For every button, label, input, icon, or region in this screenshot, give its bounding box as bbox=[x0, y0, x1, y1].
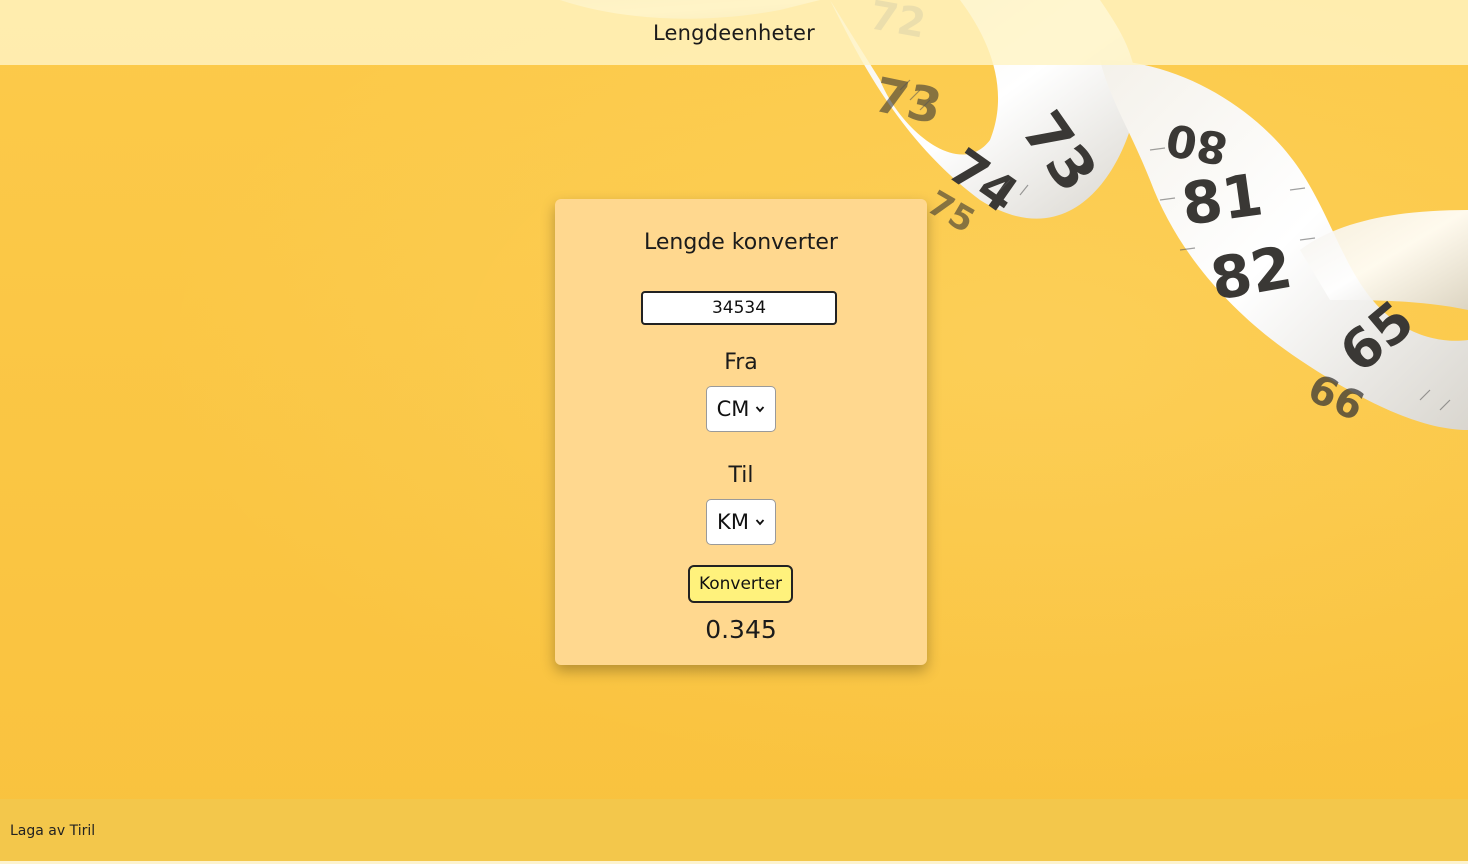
footer-credit: Laga av Tiril bbox=[10, 823, 96, 839]
to-label: Til bbox=[728, 463, 754, 488]
tape-number: 81 bbox=[1177, 160, 1266, 239]
tape-number: 73 bbox=[870, 67, 947, 136]
converter-card: Lengde konverter Fra CM Til KM Konverter… bbox=[555, 199, 927, 665]
tape-number: 82 bbox=[1206, 233, 1297, 314]
to-unit-select[interactable]: KM bbox=[706, 499, 776, 545]
page-header: Lengdeenheter bbox=[0, 0, 1468, 65]
length-value-input[interactable] bbox=[641, 291, 837, 325]
from-unit-select[interactable]: CM bbox=[706, 386, 776, 432]
page-title: Lengdeenheter bbox=[653, 20, 815, 45]
conversion-result: 0.345 bbox=[705, 615, 777, 644]
convert-button[interactable]: Konverter bbox=[688, 565, 793, 603]
page-footer: Laga av Tiril bbox=[0, 799, 1468, 861]
converter-title: Lengde konverter bbox=[644, 230, 838, 255]
from-unit-value: CM bbox=[716, 397, 750, 421]
chevron-down-icon bbox=[755, 519, 765, 526]
from-label: Fra bbox=[724, 350, 758, 375]
chevron-down-icon bbox=[756, 406, 765, 413]
to-unit-value: KM bbox=[717, 510, 749, 534]
